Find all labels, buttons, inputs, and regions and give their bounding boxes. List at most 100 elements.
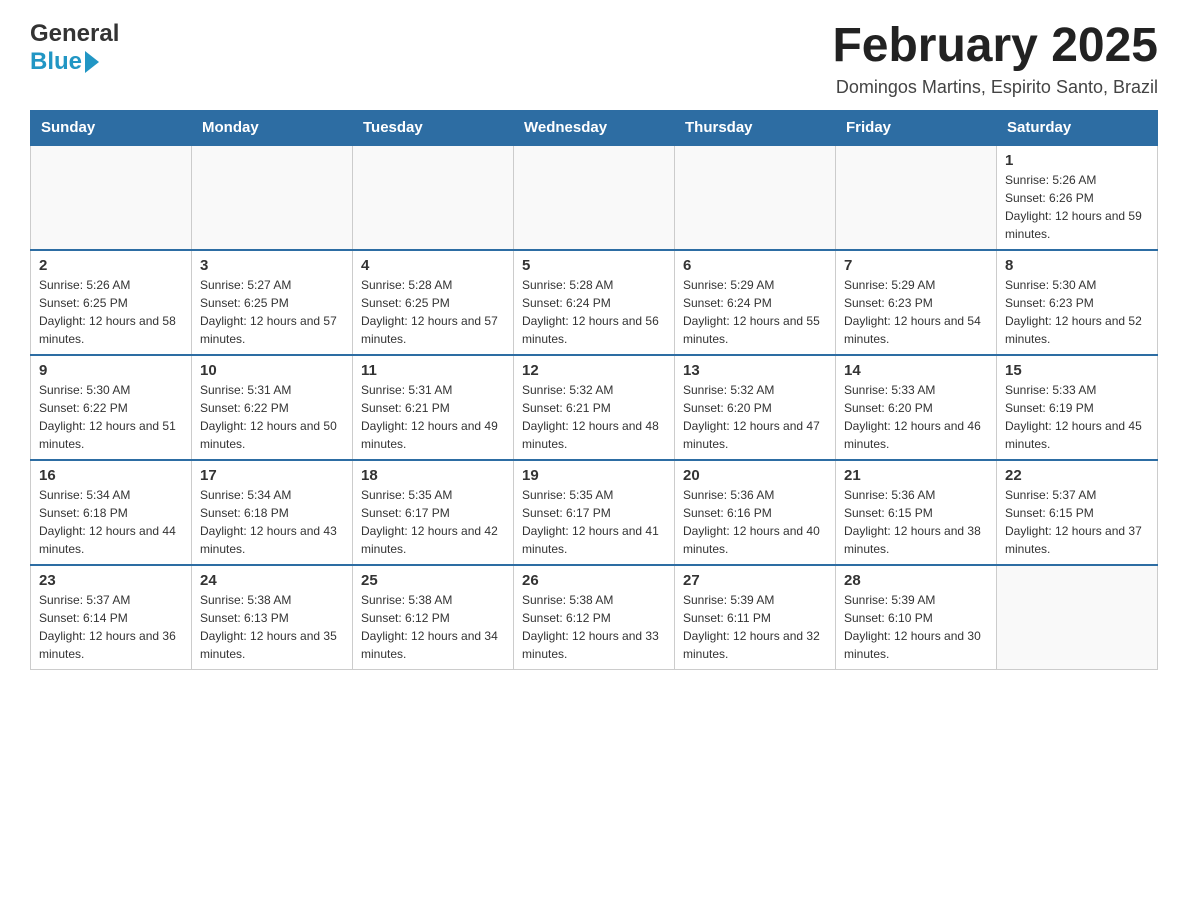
calendar-cell xyxy=(353,145,514,250)
calendar-cell: 7 Sunrise: 5:29 AMSunset: 6:23 PMDaylight… xyxy=(836,250,997,355)
day-number: 18 xyxy=(361,467,505,484)
day-number: 13 xyxy=(683,362,827,379)
calendar-cell: 5Sunrise: 5:28 AMSunset: 6:24 PMDaylight… xyxy=(514,250,675,355)
location-subtitle: Domingos Martins, Espirito Santo, Brazil xyxy=(832,77,1158,98)
day-number: 12 xyxy=(522,362,666,379)
day-info: Sunrise: 5:32 AMSunset: 6:20 PMDaylight:… xyxy=(683,381,827,453)
calendar-week-row: 16 Sunrise: 5:34 AMSunset: 6:18 PMDayligh… xyxy=(31,460,1158,565)
calendar-cell: 3Sunrise: 5:27 AMSunset: 6:25 PMDaylight… xyxy=(192,250,353,355)
day-number: 17 xyxy=(200,467,344,484)
day-number: 25 xyxy=(361,572,505,589)
calendar-cell: 12 Sunrise: 5:32 AMSunset: 6:21 PMDayligh… xyxy=(514,355,675,460)
day-info: Sunrise: 5:33 AMSunset: 6:19 PMDaylight:… xyxy=(1005,381,1149,453)
calendar-cell: 22 Sunrise: 5:37 AMSunset: 6:15 PMDayligh… xyxy=(997,460,1158,565)
day-info: Sunrise: 5:30 AMSunset: 6:23 PMDaylight:… xyxy=(1005,276,1149,348)
day-number: 16 xyxy=(39,467,183,484)
calendar-cell: 16 Sunrise: 5:34 AMSunset: 6:18 PMDayligh… xyxy=(31,460,192,565)
day-number: 11 xyxy=(361,362,505,379)
day-info: Sunrise: 5:36 AMSunset: 6:16 PMDaylight:… xyxy=(683,486,827,558)
calendar-cell: 4 Sunrise: 5:28 AMSunset: 6:25 PMDaylight… xyxy=(353,250,514,355)
calendar-cell: 27 Sunrise: 5:39 AMSunset: 6:11 PMDayligh… xyxy=(675,565,836,670)
day-number: 28 xyxy=(844,572,988,589)
day-info: Sunrise: 5:26 AMSunset: 6:25 PMDaylight:… xyxy=(39,276,183,348)
header-saturday: Saturday xyxy=(997,110,1158,145)
calendar-cell xyxy=(675,145,836,250)
day-number: 10 xyxy=(200,362,344,379)
day-info: Sunrise: 5:39 AMSunset: 6:11 PMDaylight:… xyxy=(683,591,827,663)
day-number: 1 xyxy=(1005,152,1149,169)
day-info: Sunrise: 5:29 AMSunset: 6:24 PMDaylight:… xyxy=(683,276,827,348)
day-info: Sunrise: 5:30 AMSunset: 6:22 PMDaylight:… xyxy=(39,381,183,453)
calendar-cell: 6 Sunrise: 5:29 AMSunset: 6:24 PMDaylight… xyxy=(675,250,836,355)
day-number: 21 xyxy=(844,467,988,484)
day-number: 2 xyxy=(39,257,183,274)
calendar-cell: 1 Sunrise: 5:26 AMSunset: 6:26 PMDaylight… xyxy=(997,145,1158,250)
calendar-cell: 10Sunrise: 5:31 AMSunset: 6:22 PMDayligh… xyxy=(192,355,353,460)
day-info: Sunrise: 5:28 AMSunset: 6:24 PMDaylight:… xyxy=(522,276,666,348)
title-section: February 2025 Domingos Martins, Espirito… xyxy=(832,20,1158,98)
day-info: Sunrise: 5:39 AMSunset: 6:10 PMDaylight:… xyxy=(844,591,988,663)
day-info: Sunrise: 5:31 AMSunset: 6:21 PMDaylight:… xyxy=(361,381,505,453)
day-number: 14 xyxy=(844,362,988,379)
header-monday: Monday xyxy=(192,110,353,145)
calendar-cell: 28 Sunrise: 5:39 AMSunset: 6:10 PMDayligh… xyxy=(836,565,997,670)
day-number: 24 xyxy=(200,572,344,589)
day-info: Sunrise: 5:32 AMSunset: 6:21 PMDaylight:… xyxy=(522,381,666,453)
day-info: Sunrise: 5:35 AMSunset: 6:17 PMDaylight:… xyxy=(361,486,505,558)
day-number: 23 xyxy=(39,572,183,589)
calendar-cell: 14 Sunrise: 5:33 AMSunset: 6:20 PMDayligh… xyxy=(836,355,997,460)
day-number: 3 xyxy=(200,257,344,274)
day-info: Sunrise: 5:37 AMSunset: 6:14 PMDaylight:… xyxy=(39,591,183,663)
day-number: 15 xyxy=(1005,362,1149,379)
day-info: Sunrise: 5:28 AMSunset: 6:25 PMDaylight:… xyxy=(361,276,505,348)
calendar-cell: 23 Sunrise: 5:37 AMSunset: 6:14 PMDayligh… xyxy=(31,565,192,670)
day-info: Sunrise: 5:34 AMSunset: 6:18 PMDaylight:… xyxy=(200,486,344,558)
day-info: Sunrise: 5:38 AMSunset: 6:12 PMDaylight:… xyxy=(522,591,666,663)
day-info: Sunrise: 5:29 AMSunset: 6:23 PMDaylight:… xyxy=(844,276,988,348)
calendar-week-row: 9 Sunrise: 5:30 AMSunset: 6:22 PMDaylight… xyxy=(31,355,1158,460)
day-info: Sunrise: 5:38 AMSunset: 6:13 PMDaylight:… xyxy=(200,591,344,663)
calendar-cell xyxy=(836,145,997,250)
calendar-cell: 20 Sunrise: 5:36 AMSunset: 6:16 PMDayligh… xyxy=(675,460,836,565)
calendar-cell: 26 Sunrise: 5:38 AMSunset: 6:12 PMDayligh… xyxy=(514,565,675,670)
day-info: Sunrise: 5:37 AMSunset: 6:15 PMDaylight:… xyxy=(1005,486,1149,558)
calendar-week-row: 1 Sunrise: 5:26 AMSunset: 6:26 PMDaylight… xyxy=(31,145,1158,250)
day-info: Sunrise: 5:38 AMSunset: 6:12 PMDaylight:… xyxy=(361,591,505,663)
header-sunday: Sunday xyxy=(31,110,192,145)
calendar-cell: 13 Sunrise: 5:32 AMSunset: 6:20 PMDayligh… xyxy=(675,355,836,460)
day-number: 20 xyxy=(683,467,827,484)
day-info: Sunrise: 5:34 AMSunset: 6:18 PMDaylight:… xyxy=(39,486,183,558)
logo-general-text: General xyxy=(30,20,119,48)
calendar-header-row: Sunday Monday Tuesday Wednesday Thursday… xyxy=(31,110,1158,145)
day-number: 7 xyxy=(844,257,988,274)
calendar-cell: 8 Sunrise: 5:30 AMSunset: 6:23 PMDaylight… xyxy=(997,250,1158,355)
calendar-cell xyxy=(192,145,353,250)
day-number: 19 xyxy=(522,467,666,484)
calendar-cell: 2 Sunrise: 5:26 AMSunset: 6:25 PMDaylight… xyxy=(31,250,192,355)
day-number: 4 xyxy=(361,257,505,274)
calendar-cell xyxy=(997,565,1158,670)
day-info: Sunrise: 5:26 AMSunset: 6:26 PMDaylight:… xyxy=(1005,171,1149,243)
calendar-week-row: 23 Sunrise: 5:37 AMSunset: 6:14 PMDayligh… xyxy=(31,565,1158,670)
month-title: February 2025 xyxy=(832,20,1158,73)
day-number: 6 xyxy=(683,257,827,274)
header-wednesday: Wednesday xyxy=(514,110,675,145)
day-info: Sunrise: 5:35 AMSunset: 6:17 PMDaylight:… xyxy=(522,486,666,558)
calendar-cell: 17 Sunrise: 5:34 AMSunset: 6:18 PMDayligh… xyxy=(192,460,353,565)
day-info: Sunrise: 5:33 AMSunset: 6:20 PMDaylight:… xyxy=(844,381,988,453)
day-number: 9 xyxy=(39,362,183,379)
day-number: 22 xyxy=(1005,467,1149,484)
calendar-cell: 15 Sunrise: 5:33 AMSunset: 6:19 PMDayligh… xyxy=(997,355,1158,460)
calendar-cell: 11 Sunrise: 5:31 AMSunset: 6:21 PMDayligh… xyxy=(353,355,514,460)
logo: General Blue xyxy=(30,20,119,76)
calendar-cell: 19 Sunrise: 5:35 AMSunset: 6:17 PMDayligh… xyxy=(514,460,675,565)
day-number: 8 xyxy=(1005,257,1149,274)
calendar-week-row: 2 Sunrise: 5:26 AMSunset: 6:25 PMDaylight… xyxy=(31,250,1158,355)
header-thursday: Thursday xyxy=(675,110,836,145)
header-friday: Friday xyxy=(836,110,997,145)
calendar-cell: 25 Sunrise: 5:38 AMSunset: 6:12 PMDayligh… xyxy=(353,565,514,670)
day-number: 26 xyxy=(522,572,666,589)
day-number: 27 xyxy=(683,572,827,589)
calendar-cell xyxy=(514,145,675,250)
logo-arrow-icon xyxy=(85,51,99,73)
